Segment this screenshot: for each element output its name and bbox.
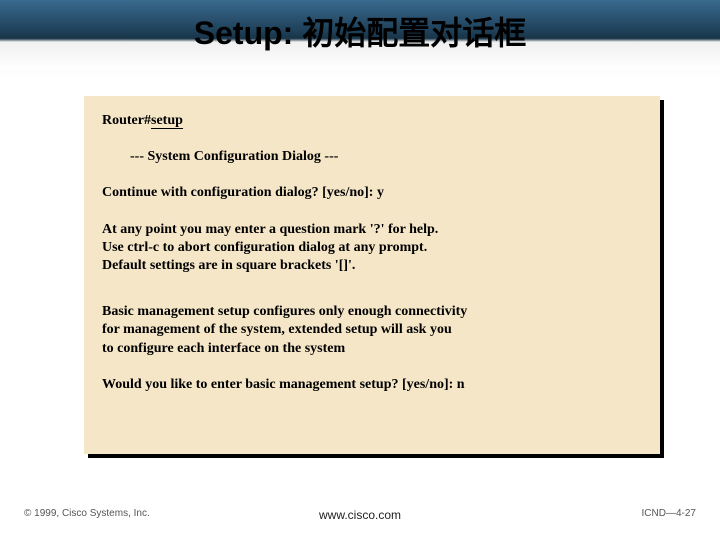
dialog-header: --- System Configuration Dialog ---: [102, 148, 642, 166]
footer-url: www.cisco.com: [0, 508, 720, 522]
help-line-1: At any point you may enter a question ma…: [102, 221, 642, 239]
help-line-3: Default settings are in square brackets …: [102, 257, 642, 275]
terminal-panel: Router#setup --- System Configuration Di…: [84, 96, 660, 454]
terminal-command: setup: [151, 113, 183, 129]
basic-setup-prompt: Would you like to enter basic management…: [102, 376, 642, 394]
basic-line-1: Basic management setup configures only e…: [102, 303, 642, 321]
help-text: At any point you may enter a question ma…: [102, 221, 642, 276]
continue-prompt: Continue with configuration dialog? [yes…: [102, 184, 642, 202]
footer: © 1999, Cisco Systems, Inc. www.cisco.co…: [0, 508, 720, 528]
slide-title: Setup: 初始配置对话框: [0, 8, 720, 54]
basic-setup-text: Basic management setup configures only e…: [102, 303, 642, 358]
terminal-prompt: Router#: [102, 113, 151, 128]
footer-page: ICND—4-27: [642, 508, 696, 519]
help-line-2: Use ctrl-c to abort configuration dialog…: [102, 239, 642, 257]
basic-line-3: to configure each interface on the syste…: [102, 340, 642, 358]
basic-line-2: for management of the system, extended s…: [102, 321, 642, 339]
terminal-command-line: Router#setup: [102, 112, 642, 130]
